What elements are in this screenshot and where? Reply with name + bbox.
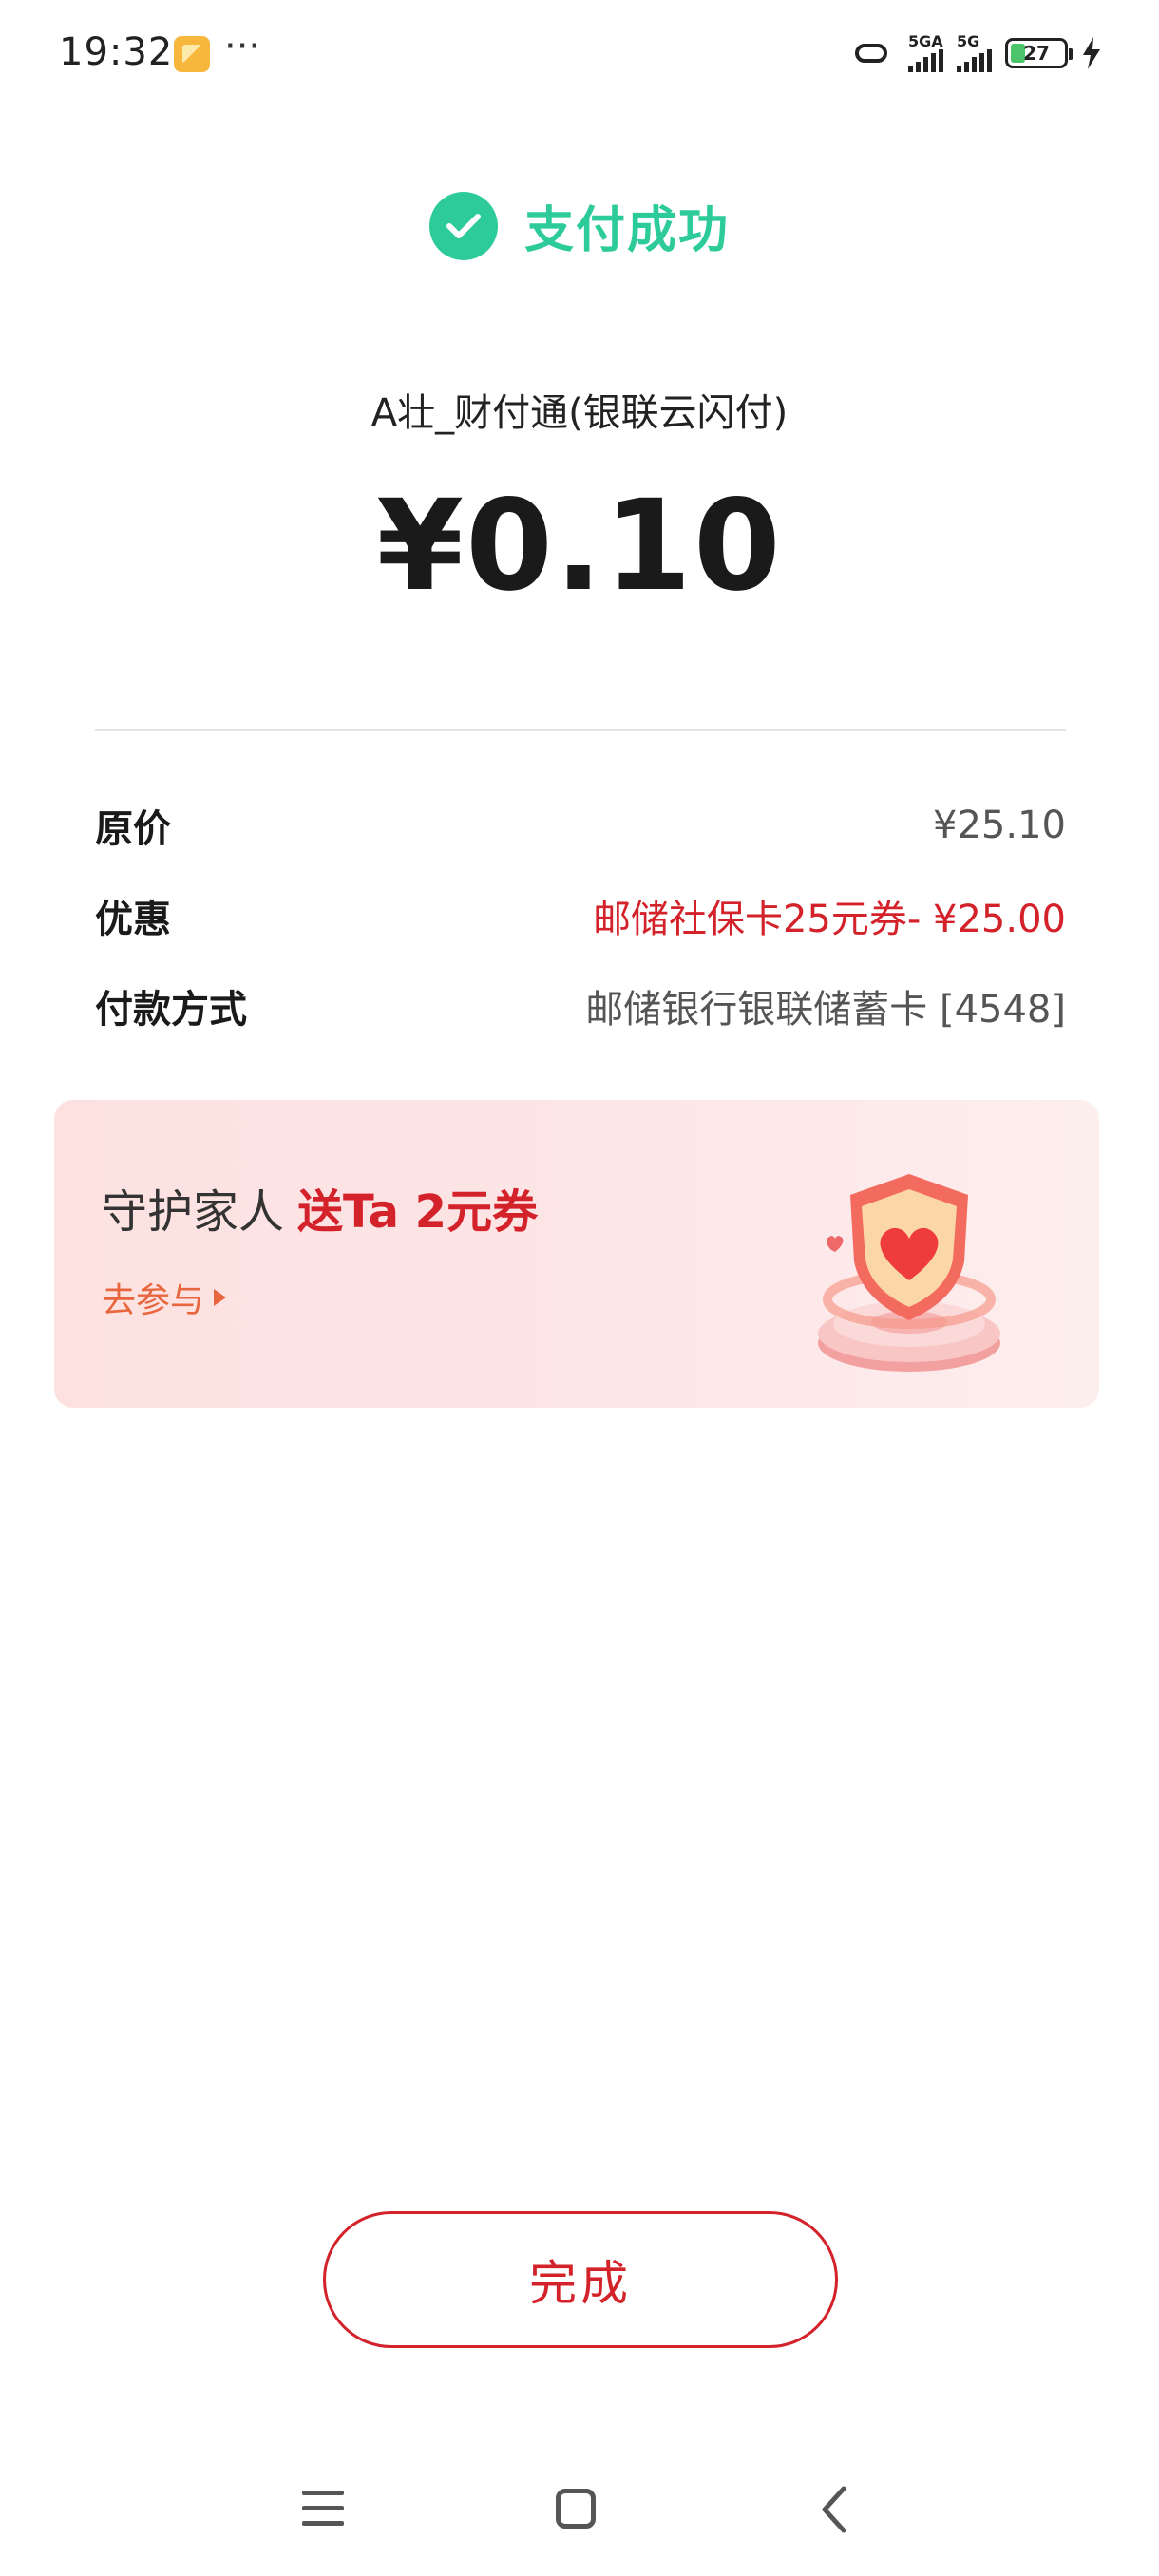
more-notifications-icon: ··· [224,25,261,68]
battery-icon: 27 [1005,38,1074,68]
home-icon[interactable] [556,2489,596,2529]
hotspot-link-icon [855,44,887,63]
status-icons: 5GA 5G 27 [847,30,1102,76]
promo-title: 守护家人 送Ta 2元券 [102,1185,539,1239]
detail-label: 优惠 [95,898,171,941]
success-check-icon [428,191,498,260]
promo-highlight: 送Ta 2元券 [297,1185,539,1239]
signal-icon-1: 5GA [908,34,943,72]
status-time: 19:32 [59,30,174,74]
promo-join-link[interactable]: 去参与 [102,1273,227,1322]
payment-status-text: 支付成功 [523,202,730,259]
detail-label: 付款方式 [95,988,247,1032]
charging-bolt-icon [1083,37,1100,69]
divider [95,729,1066,731]
detail-value: ¥25.10 [933,804,1066,847]
detail-row-discount: 优惠 邮储社保卡25元券- ¥25.00 [95,888,1066,943]
promo-banner[interactable]: 守护家人 送Ta 2元券 去参与 [54,1100,1099,1408]
detail-label: 原价 [95,807,171,851]
system-navigation-bar [0,2462,1159,2557]
payment-success-screen: 19:32 ··· 5GA 5G 27 支付成功 A壮_财付通(银联云闪付) ¥… [0,0,1159,2576]
detail-row-payment-method: 付款方式 邮储银行银联储蓄卡 [4548] [95,978,1066,1033]
detail-value: 邮储银行银联储蓄卡 [4548] [585,988,1066,1032]
triangle-right-icon [214,1289,227,1306]
done-button[interactable]: 完成 [323,2211,838,2348]
status-bar: 19:32 ··· 5GA 5G 27 [0,0,1159,106]
merchant-name: A壮_财付通(银联云闪付) [370,391,788,435]
signal-icon-2: 5G [957,34,992,72]
payment-status: 支付成功 [0,190,1159,261]
detail-row-original-price: 原价 ¥25.10 [95,798,1066,853]
menu-icon[interactable] [302,2491,344,2529]
detail-value: 邮储社保卡25元券- ¥25.00 [592,898,1066,941]
paid-amount: ¥0.10 [376,473,783,619]
back-icon[interactable] [815,2483,853,2536]
notification-app-icon [174,36,210,72]
shield-heart-illustration [818,1174,1000,1372]
